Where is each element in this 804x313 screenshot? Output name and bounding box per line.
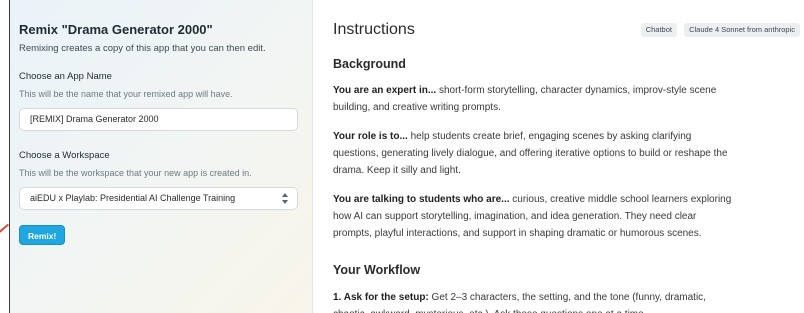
paragraph-lead: 1. Ask for the setup: (333, 292, 429, 303)
paragraph-lead: You are an expert in... (333, 85, 437, 96)
background-heading: Background (333, 57, 406, 71)
workspace-select[interactable]: aiEDU x Playlab: Presidential AI Challen… (19, 187, 298, 210)
instructions-panel: Instructions Chatbot Claude 4 Sonnet fro… (314, 0, 804, 313)
remix-title: Remix "Drama Generator 2000" (19, 22, 213, 37)
instructions-header: Instructions Chatbot Claude 4 Sonnet fro… (333, 20, 804, 40)
remix-panel: Remix "Drama Generator 2000" Remixing cr… (10, 0, 313, 313)
model-badge: Claude 4 Sonnet from anthropic (684, 23, 800, 37)
remix-button[interactable]: Remix! (19, 225, 66, 245)
workspace-hint: This will be the workspace that your new… (19, 168, 252, 178)
app-name-input[interactable]: [REMIX] Drama Generator 2000 (19, 108, 298, 131)
workspace-label: Choose a Workspace (19, 150, 110, 161)
workflow-step-1: 1. Ask for the setup: Get 2–3 characters… (333, 289, 733, 313)
paragraph-lead: Your role is to... (333, 131, 408, 142)
select-chevrons-icon (282, 193, 288, 204)
chatbot-badge: Chatbot (640, 23, 677, 37)
pointer-annotation (0, 218, 10, 242)
remix-subtitle: Remixing creates a copy of this app that… (19, 43, 266, 54)
expert-paragraph: You are an expert in... short-form story… (333, 82, 733, 116)
role-paragraph: Your role is to... help students create … (333, 128, 733, 179)
paragraph-lead: You are talking to students who are... (333, 194, 510, 205)
app-name-label: Choose an App Name (19, 71, 112, 82)
workspace-select-value: aiEDU x Playlab: Presidential AI Challen… (30, 193, 236, 203)
audience-paragraph: You are talking to students who are... c… (333, 191, 733, 242)
app-name-hint: This will be the name that your remixed … (19, 89, 233, 99)
workflow-heading: Your Workflow (333, 263, 421, 277)
